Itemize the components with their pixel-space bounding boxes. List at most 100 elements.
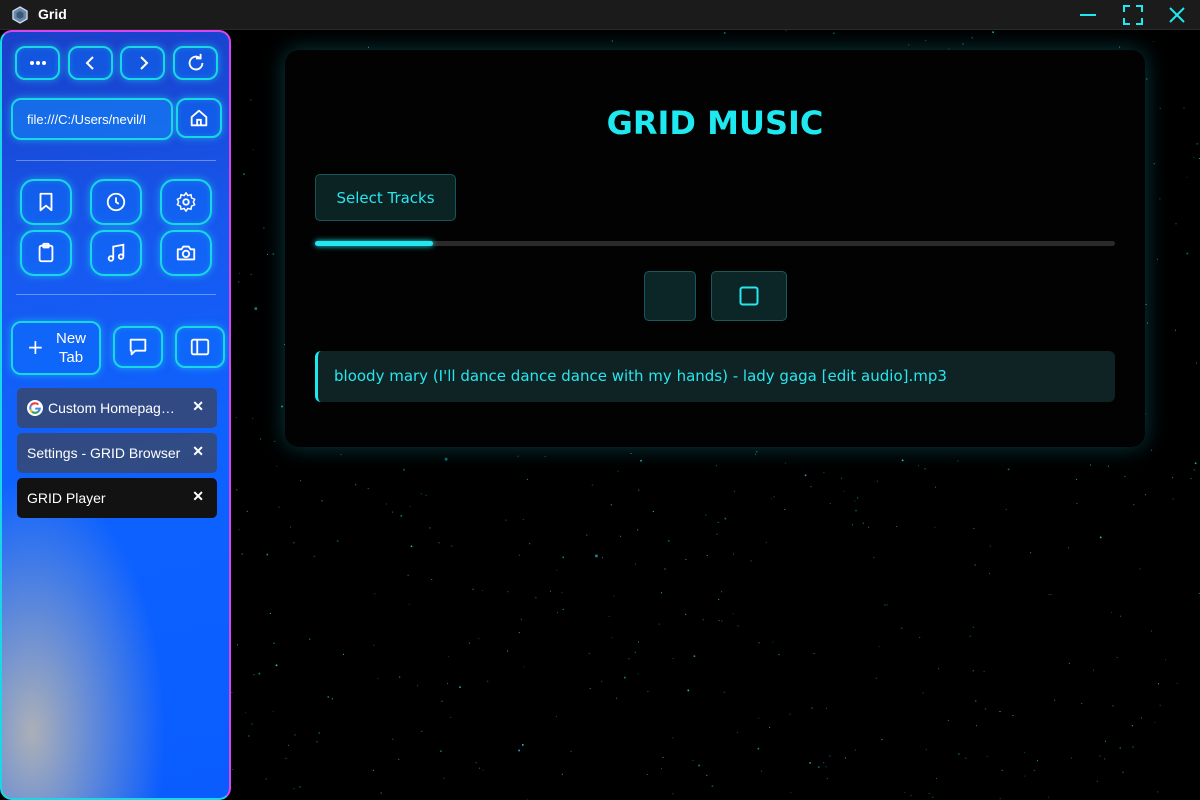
sidebar-toggle-icon bbox=[190, 338, 210, 356]
star-dot bbox=[1172, 498, 1174, 500]
star-dot bbox=[487, 680, 489, 682]
star-dot bbox=[431, 579, 433, 580]
star-dot bbox=[1104, 758, 1106, 760]
star-dot bbox=[613, 595, 615, 597]
star-dot bbox=[522, 744, 524, 746]
star-dot bbox=[736, 731, 738, 733]
star-dot bbox=[505, 519, 507, 521]
star-dot bbox=[408, 603, 410, 605]
play-pause-button[interactable] bbox=[644, 271, 696, 321]
star-dot bbox=[974, 564, 976, 566]
star-dot bbox=[478, 638, 480, 640]
star-dot bbox=[973, 527, 975, 529]
star-dot bbox=[336, 540, 339, 542]
bookmarks-button[interactable] bbox=[20, 179, 72, 225]
progress-fill bbox=[315, 241, 433, 246]
reload-button[interactable] bbox=[173, 46, 218, 80]
tab-custom-homepage[interactable]: Custom Homepag… ✕ bbox=[17, 388, 217, 428]
star-dot bbox=[972, 670, 974, 672]
star-dot bbox=[443, 777, 445, 779]
star-dot bbox=[685, 559, 687, 560]
star-dot bbox=[918, 465, 919, 467]
music-button[interactable] bbox=[90, 230, 142, 276]
star-dot bbox=[758, 642, 760, 644]
star-dot bbox=[1146, 322, 1148, 324]
back-button[interactable] bbox=[68, 46, 113, 80]
minimize-button[interactable] bbox=[1068, 0, 1108, 30]
star-dot bbox=[425, 494, 427, 496]
star-dot bbox=[269, 612, 271, 614]
star-dot bbox=[638, 489, 640, 491]
star-dot bbox=[267, 253, 268, 255]
forward-button[interactable] bbox=[120, 46, 165, 80]
star-dot bbox=[938, 668, 940, 670]
star-dot bbox=[910, 795, 912, 797]
close-tab-icon[interactable]: ✕ bbox=[192, 398, 204, 415]
track-item[interactable]: bloody mary (I'll dance dance dance with… bbox=[315, 351, 1115, 402]
address-bar[interactable]: file:///C:/Users/nevil/I bbox=[11, 98, 173, 140]
close-tab-icon[interactable]: ✕ bbox=[192, 488, 204, 505]
star-dot bbox=[398, 758, 400, 760]
star-dot bbox=[901, 627, 903, 629]
star-dot bbox=[468, 642, 470, 644]
select-tracks-button[interactable]: Select Tracks bbox=[315, 174, 456, 221]
star-dot bbox=[640, 459, 642, 462]
stop-icon bbox=[739, 286, 759, 306]
maximize-button[interactable] bbox=[1113, 0, 1153, 30]
star-dot bbox=[873, 557, 875, 559]
star-dot bbox=[254, 307, 258, 310]
tab-settings[interactable]: Settings - GRID Browser ✕ bbox=[17, 433, 217, 473]
star-dot bbox=[482, 769, 484, 771]
star-dot bbox=[852, 524, 853, 526]
star-dot bbox=[272, 711, 274, 713]
star-dot bbox=[1030, 552, 1032, 554]
close-tab-icon[interactable]: ✕ bbox=[192, 443, 204, 460]
star-dot bbox=[687, 689, 690, 692]
star-dot bbox=[253, 674, 255, 676]
new-tab-button[interactable]: + New Tab bbox=[11, 321, 101, 375]
star-dot bbox=[922, 692, 924, 694]
star-dot bbox=[238, 529, 240, 531]
star-dot bbox=[285, 757, 287, 759]
star-dot bbox=[1111, 612, 1112, 613]
star-dot bbox=[385, 503, 387, 505]
progress-bar[interactable] bbox=[315, 241, 1115, 246]
sidebar-toggle-button[interactable] bbox=[175, 326, 225, 368]
star-dot bbox=[368, 46, 369, 48]
star-dot bbox=[250, 99, 252, 101]
star-dot bbox=[1099, 536, 1102, 539]
star-dot bbox=[1194, 462, 1197, 465]
star-dot bbox=[294, 734, 296, 736]
star-dot bbox=[420, 493, 422, 495]
star-dot bbox=[685, 613, 687, 615]
star-dot bbox=[374, 593, 376, 595]
star-dot bbox=[1159, 107, 1161, 109]
close-button[interactable] bbox=[1157, 0, 1197, 30]
star-dot bbox=[276, 465, 278, 467]
more-button[interactable] bbox=[15, 46, 60, 80]
home-button[interactable] bbox=[176, 98, 222, 138]
settings-button[interactable] bbox=[160, 179, 212, 225]
star-dot bbox=[773, 496, 775, 498]
stop-button[interactable] bbox=[711, 271, 787, 321]
back-icon bbox=[85, 56, 94, 70]
star-dot bbox=[716, 465, 718, 467]
star-dot bbox=[1119, 615, 1121, 617]
star-dot bbox=[1036, 760, 1038, 762]
star-dot bbox=[721, 620, 723, 622]
tab-label: GRID Player bbox=[27, 490, 106, 506]
tab-grid-player[interactable]: GRID Player ✕ bbox=[17, 478, 217, 518]
camera-button[interactable] bbox=[160, 230, 212, 276]
star-dot bbox=[1033, 770, 1035, 771]
star-dot bbox=[1145, 494, 1146, 496]
star-dot bbox=[646, 774, 648, 775]
clipboard-button[interactable] bbox=[20, 230, 72, 276]
star-dot bbox=[1093, 669, 1094, 671]
more-icon bbox=[29, 61, 46, 65]
star-dot bbox=[535, 597, 537, 599]
star-dot bbox=[1071, 757, 1073, 759]
star-dot bbox=[243, 173, 245, 175]
history-button[interactable] bbox=[90, 179, 142, 225]
star-dot bbox=[288, 744, 289, 746]
chat-button[interactable] bbox=[113, 326, 163, 368]
